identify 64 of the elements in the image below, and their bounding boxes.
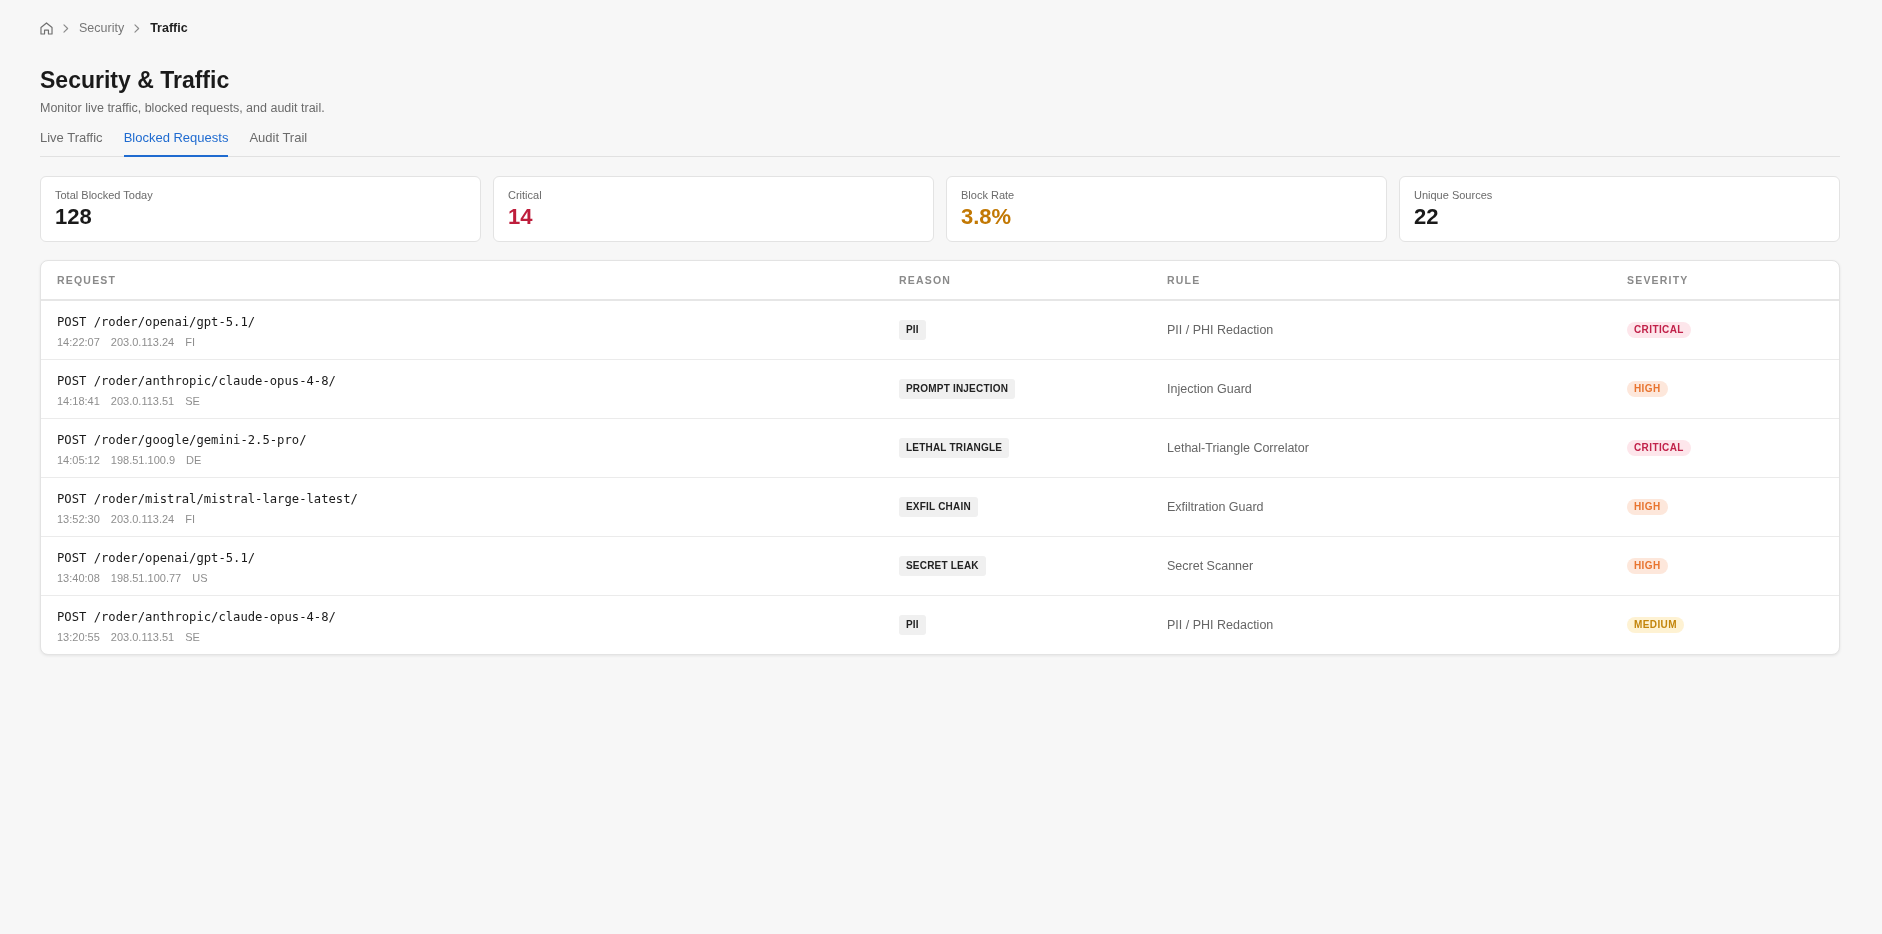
reason-tag: PII (899, 615, 926, 635)
tab[interactable]: Live Traffic (40, 129, 103, 157)
chevron-icon (134, 23, 141, 33)
page-title: Security & Traffic (40, 66, 231, 95)
reason-tag: SECRET LEAK (899, 556, 986, 576)
stat-label: Critical (508, 188, 543, 202)
column-header: RULE (1166, 273, 1202, 288)
request-path: POST /roder/anthropic/claude-opus-4-8/ (57, 609, 336, 625)
stat-value: 3.8% (961, 204, 1013, 230)
reason-tag: EXFIL CHAIN (899, 497, 978, 517)
stat-value: 128 (55, 204, 93, 230)
rule-name: Lethal-Triangle Correlator (1167, 440, 1309, 456)
request-ip: 203.0.113.51 (110, 394, 175, 408)
home-icon[interactable] (40, 21, 53, 35)
request-country: US (192, 571, 208, 585)
rule-name: PII / PHI Redaction (1167, 322, 1274, 338)
request-time: 13:20:55 (57, 630, 100, 644)
request-ip: 203.0.113.24 (110, 512, 175, 526)
request-country: FI (185, 512, 196, 526)
rule-name: PII / PHI Redaction (1167, 617, 1274, 633)
tab[interactable]: Audit Trail (249, 129, 308, 157)
request-path: POST /roder/mistral/mistral-large-latest/ (57, 491, 358, 507)
stat-label: Total Blocked Today (55, 188, 154, 202)
request-path: POST /roder/openai/gpt-5.1/ (57, 314, 256, 330)
request-ip: 203.0.113.51 (110, 630, 175, 644)
request-path: POST /roder/openai/gpt-5.1/ (57, 550, 256, 566)
request-country: SE (185, 630, 200, 644)
rule-name: Exfiltration Guard (1167, 499, 1264, 515)
request-ip: 203.0.113.24 (110, 335, 175, 349)
severity-badge: HIGH (1627, 499, 1668, 515)
column-header: REQUEST (56, 273, 118, 288)
request-time: 14:22:07 (57, 335, 100, 349)
column-header: SEVERITY (1626, 273, 1690, 288)
page-subtitle: Monitor live traffic, blocked requests, and audit trail. (40, 100, 326, 116)
severity-badge: CRITICAL (1627, 440, 1691, 456)
request-time: 13:52:30 (57, 512, 100, 526)
severity-badge: HIGH (1627, 558, 1668, 574)
chevron-icon (63, 23, 69, 33)
stat-label: Block Rate (961, 188, 1016, 202)
rule-name: Injection Guard (1167, 381, 1252, 397)
request-time: 13:40:08 (57, 571, 100, 585)
request-country: SE (185, 394, 200, 408)
request-ip: 198.51.100.77 (110, 571, 182, 585)
stat-value: 22 (1414, 204, 1440, 230)
stat-value: 14 (508, 204, 534, 230)
request-time: 14:05:12 (57, 453, 100, 467)
request-country: FI (185, 335, 196, 349)
breadcrumb-link[interactable]: Security (79, 20, 125, 36)
request-country: DE (186, 453, 202, 467)
severity-badge: MEDIUM (1627, 617, 1684, 633)
severity-badge: HIGH (1627, 381, 1668, 397)
request-path: POST /roder/anthropic/claude-opus-4-8/ (57, 373, 336, 389)
column-header: REASON (898, 273, 953, 288)
breadcrumb-current: Traffic (150, 20, 188, 36)
request-path: POST /roder/google/gemini-2.5-pro/ (57, 432, 307, 448)
rule-name: Secret Scanner (1167, 558, 1254, 574)
stat-label: Unique Sources (1414, 188, 1494, 202)
reason-tag: PROMPT INJECTION (899, 379, 1016, 399)
severity-badge: CRITICAL (1627, 322, 1691, 338)
tab[interactable]: Blocked Requests (123, 129, 229, 157)
request-time: 14:18:41 (57, 394, 100, 408)
request-ip: 198.51.100.9 (110, 453, 176, 467)
reason-tag: PII (899, 320, 926, 340)
reason-tag: LETHAL TRIANGLE (899, 438, 1010, 458)
